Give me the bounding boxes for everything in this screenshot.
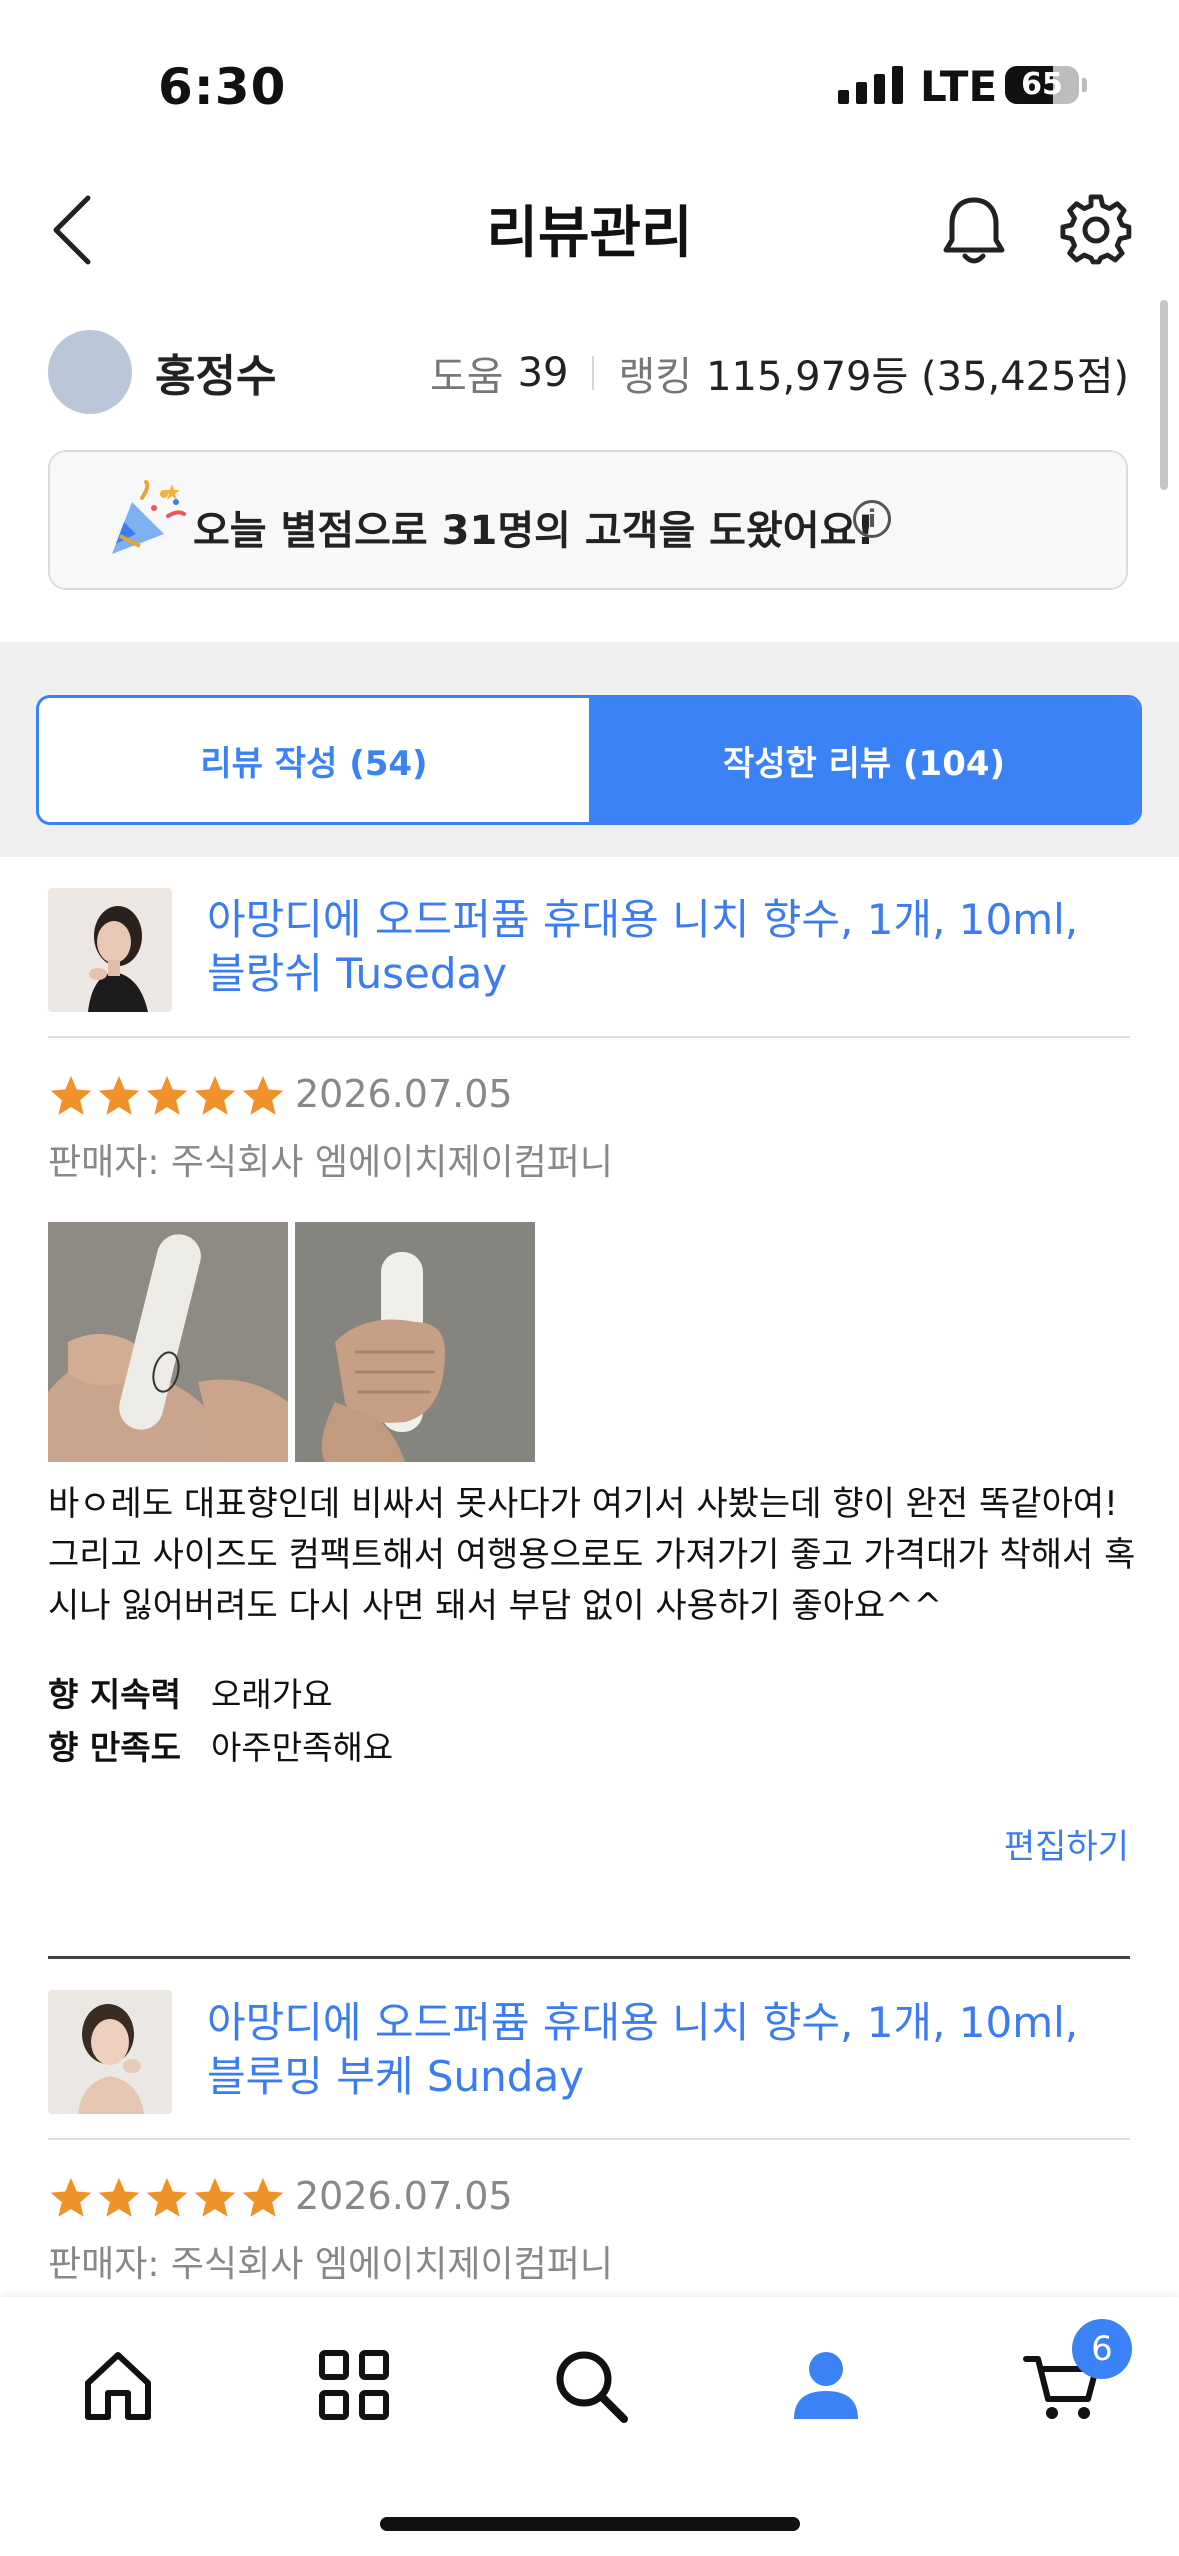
star-icon bbox=[194, 2177, 236, 2217]
party-popper-icon bbox=[112, 480, 186, 554]
model-photo-image bbox=[48, 1990, 172, 2114]
review-date: 2026.07.05 bbox=[295, 2174, 513, 2218]
divider bbox=[48, 1036, 1130, 1038]
star-rating bbox=[48, 2175, 286, 2221]
tab-write-review[interactable]: 리뷰 작성 (54) bbox=[39, 698, 589, 822]
perfume-in-fist-photo bbox=[295, 1222, 535, 1462]
avatar bbox=[48, 330, 132, 414]
product-title-link[interactable]: 아망디에 오드퍼퓸 휴대용 니치 향수, 1개, 10ml, 블랑쉬 Tused… bbox=[207, 893, 1107, 1001]
edit-review-link[interactable]: 편집하기 bbox=[1004, 1819, 1129, 1868]
review-photo[interactable] bbox=[48, 1222, 288, 1462]
nav-categories[interactable] bbox=[314, 2345, 394, 2425]
attribute-value: 아주만족해요 bbox=[211, 1728, 394, 1767]
scrollbar[interactable] bbox=[1160, 300, 1168, 490]
help-count: 39 bbox=[517, 350, 569, 396]
product-thumbnail[interactable] bbox=[48, 1990, 172, 2114]
user-name: 홍정수 bbox=[155, 351, 277, 402]
categories-icon bbox=[319, 2350, 389, 2420]
review-separator bbox=[48, 1956, 1130, 1959]
home-indicator bbox=[380, 2517, 800, 2531]
star-icon bbox=[146, 2177, 188, 2217]
bell-icon bbox=[943, 197, 1005, 264]
banner-text: 오늘 별점으로 31명의 고객을 도왔어요! bbox=[193, 508, 875, 554]
star-icon bbox=[242, 2177, 284, 2217]
signal-icon bbox=[838, 66, 903, 104]
star-icon bbox=[146, 1075, 188, 1115]
attribute-value: 오래가요 bbox=[211, 1675, 333, 1714]
status-time: 6:30 bbox=[158, 58, 287, 116]
nav-search[interactable] bbox=[550, 2345, 630, 2425]
star-icon bbox=[50, 1075, 92, 1115]
bottom-navigation: 6 bbox=[0, 2297, 1179, 2556]
attribute-key: 향 만족도 bbox=[48, 1728, 181, 1767]
star-icon bbox=[242, 1075, 284, 1115]
ranking-label: 랭킹 bbox=[618, 354, 693, 400]
model-photo-image bbox=[48, 888, 172, 1012]
product-title-link[interactable]: 아망디에 오드퍼퓸 휴대용 니치 향수, 1개, 10ml, 블루밍 부케 Su… bbox=[207, 1996, 1107, 2104]
review-attribute: 향 지속력 오래가요 bbox=[48, 1668, 332, 1716]
star-icon bbox=[98, 1075, 140, 1115]
cart-badge: 6 bbox=[1072, 2319, 1132, 2379]
review-tabs: 리뷰 작성 (54) 작성한 리뷰 (104) bbox=[36, 695, 1142, 825]
battery-level: 65 bbox=[1021, 67, 1063, 102]
info-icon[interactable]: i bbox=[853, 500, 891, 538]
stats-separator bbox=[592, 356, 595, 390]
attribute-key: 향 지속력 bbox=[48, 1675, 181, 1714]
star-rating bbox=[48, 1073, 286, 1119]
helped-customers-banner: 오늘 별점으로 31명의 고객을 도왔어요! i bbox=[48, 450, 1128, 590]
notification-button[interactable] bbox=[940, 194, 1008, 268]
tab-written-reviews[interactable]: 작성한 리뷰 (104) bbox=[589, 698, 1139, 822]
divider bbox=[48, 2138, 1130, 2140]
chevron-left-icon bbox=[53, 195, 91, 265]
star-icon bbox=[50, 2177, 92, 2217]
gear-icon bbox=[1060, 194, 1132, 265]
perfume-in-hand-photo bbox=[48, 1222, 288, 1462]
product-thumbnail[interactable] bbox=[48, 888, 172, 1012]
profile-icon bbox=[794, 2352, 858, 2419]
battery-tip bbox=[1082, 78, 1087, 92]
nav-home[interactable] bbox=[78, 2345, 158, 2425]
seller-name: 판매자: 주식회사 엠에이치제이컴퍼니 bbox=[48, 1142, 613, 1183]
review-attribute: 향 만족도 아주만족해요 bbox=[48, 1721, 393, 1769]
back-button[interactable] bbox=[44, 190, 104, 270]
home-icon bbox=[85, 2352, 151, 2420]
star-icon bbox=[194, 1075, 236, 1115]
review-text: 바ㅇ레도 대표향인데 비싸서 못사다가 여기서 사봤는데 향이 완전 똑같아여!… bbox=[48, 1484, 1136, 1626]
profile-stats: 도움 39 랭킹 115,979등 (35,425점) bbox=[430, 344, 1129, 402]
settings-button[interactable] bbox=[1060, 194, 1132, 266]
ranking-value: 115,979등 (35,425점) bbox=[706, 354, 1129, 400]
search-icon bbox=[556, 2351, 628, 2423]
seller-name: 판매자: 주식회사 엠에이치제이컴퍼니 bbox=[48, 2244, 613, 2285]
help-label: 도움 bbox=[429, 354, 504, 400]
nav-my-page[interactable] bbox=[786, 2345, 866, 2425]
review-date: 2026.07.05 bbox=[295, 1072, 513, 1116]
battery-icon: 65 bbox=[1005, 66, 1079, 104]
review-photo[interactable] bbox=[295, 1222, 535, 1462]
star-icon bbox=[98, 2177, 140, 2217]
network-label: LTE bbox=[920, 62, 998, 111]
